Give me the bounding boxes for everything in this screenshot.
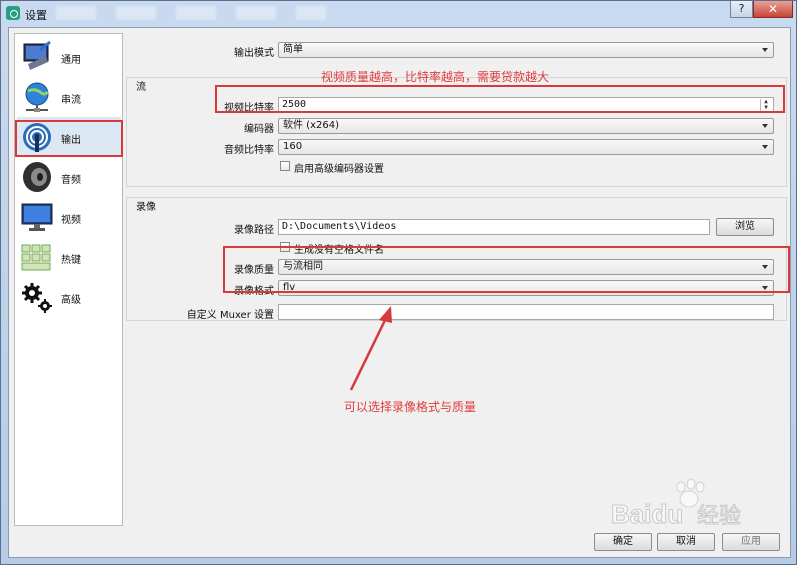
encoder-label: 编码器 [244, 124, 274, 135]
monitor-icon [23, 40, 51, 70]
blurred-taskbar-area [56, 6, 326, 20]
output-mode-label: 输出模式 [234, 48, 274, 59]
custom-muxer-label: 自定义 Muxer 设置 [186, 310, 274, 321]
sidebar-item-label: 热键 [61, 255, 81, 266]
recording-path-input[interactable]: D:\Documents\Videos [278, 219, 710, 235]
settings-sidebar: 通用 串流 输出 音频 视频 热键 高级 [14, 33, 123, 526]
sidebar-item-general[interactable]: 通用 [17, 37, 121, 77]
stream-group-title: 流 [136, 82, 146, 93]
output-mode-select[interactable]: 简单 [278, 42, 774, 58]
sidebar-item-label: 高级 [61, 295, 81, 306]
sidebar-item-label: 通用 [61, 55, 81, 66]
title-bar: 设置 ? ✕ [1, 1, 796, 27]
recording-path-label: 录像路径 [234, 225, 274, 236]
advanced-encoder-label: 启用高级编码器设置 [294, 164, 384, 175]
sidebar-item-label: 视频 [61, 215, 81, 226]
baidu-watermark: Baidu 经验 [611, 478, 742, 529]
annotation-arrow [349, 306, 392, 391]
audio-bitrate-label: 音频比特率 [224, 145, 274, 156]
window-title: 设置 [25, 9, 47, 22]
gears-icon [22, 283, 52, 313]
display-icon [21, 203, 53, 231]
sidebar-item-hotkeys[interactable]: 热键 [17, 237, 121, 277]
audio-bitrate-select[interactable]: 160 [278, 139, 774, 155]
sidebar-item-label: 音频 [61, 175, 81, 186]
help-button[interactable]: ? [730, 1, 753, 18]
ok-button[interactable]: 确定 [594, 533, 652, 551]
sidebar-item-label: 串流 [61, 95, 81, 106]
svg-text:经验: 经验 [697, 504, 741, 529]
format-annotation: 可以选择录像格式与质量 [344, 400, 477, 414]
svg-text:Baidu: Baidu [611, 499, 683, 529]
cancel-button[interactable]: 取消 [657, 533, 715, 551]
highlight-video-bitrate [215, 85, 785, 113]
encoder-select[interactable]: 软件 (x264) [278, 118, 774, 134]
highlight-recording-format [223, 246, 790, 293]
recording-group-title: 录像 [136, 202, 156, 213]
keyboard-icon [21, 244, 51, 271]
apply-button[interactable]: 应用 [722, 533, 780, 551]
sidebar-item-advanced[interactable]: 高级 [17, 277, 121, 317]
speaker-icon [23, 162, 51, 192]
sidebar-item-video[interactable]: 视频 [17, 197, 121, 237]
browse-button[interactable]: 浏览 [716, 218, 774, 236]
bitrate-annotation: 视频质量越高，比特率越高，需要贷款越大 [321, 70, 550, 84]
globe-network-icon [25, 82, 50, 112]
highlight-output-tab [15, 120, 123, 157]
close-button[interactable]: ✕ [753, 1, 793, 18]
app-icon [6, 6, 20, 20]
settings-window: 设置 ? ✕ 通用 串流 输出 音频 视频 热键 高级 输出模式 简单 流 视频… [0, 0, 797, 565]
advanced-encoder-checkbox[interactable] [280, 161, 290, 171]
sidebar-item-stream[interactable]: 串流 [17, 77, 121, 117]
sidebar-item-audio[interactable]: 音频 [17, 157, 121, 197]
